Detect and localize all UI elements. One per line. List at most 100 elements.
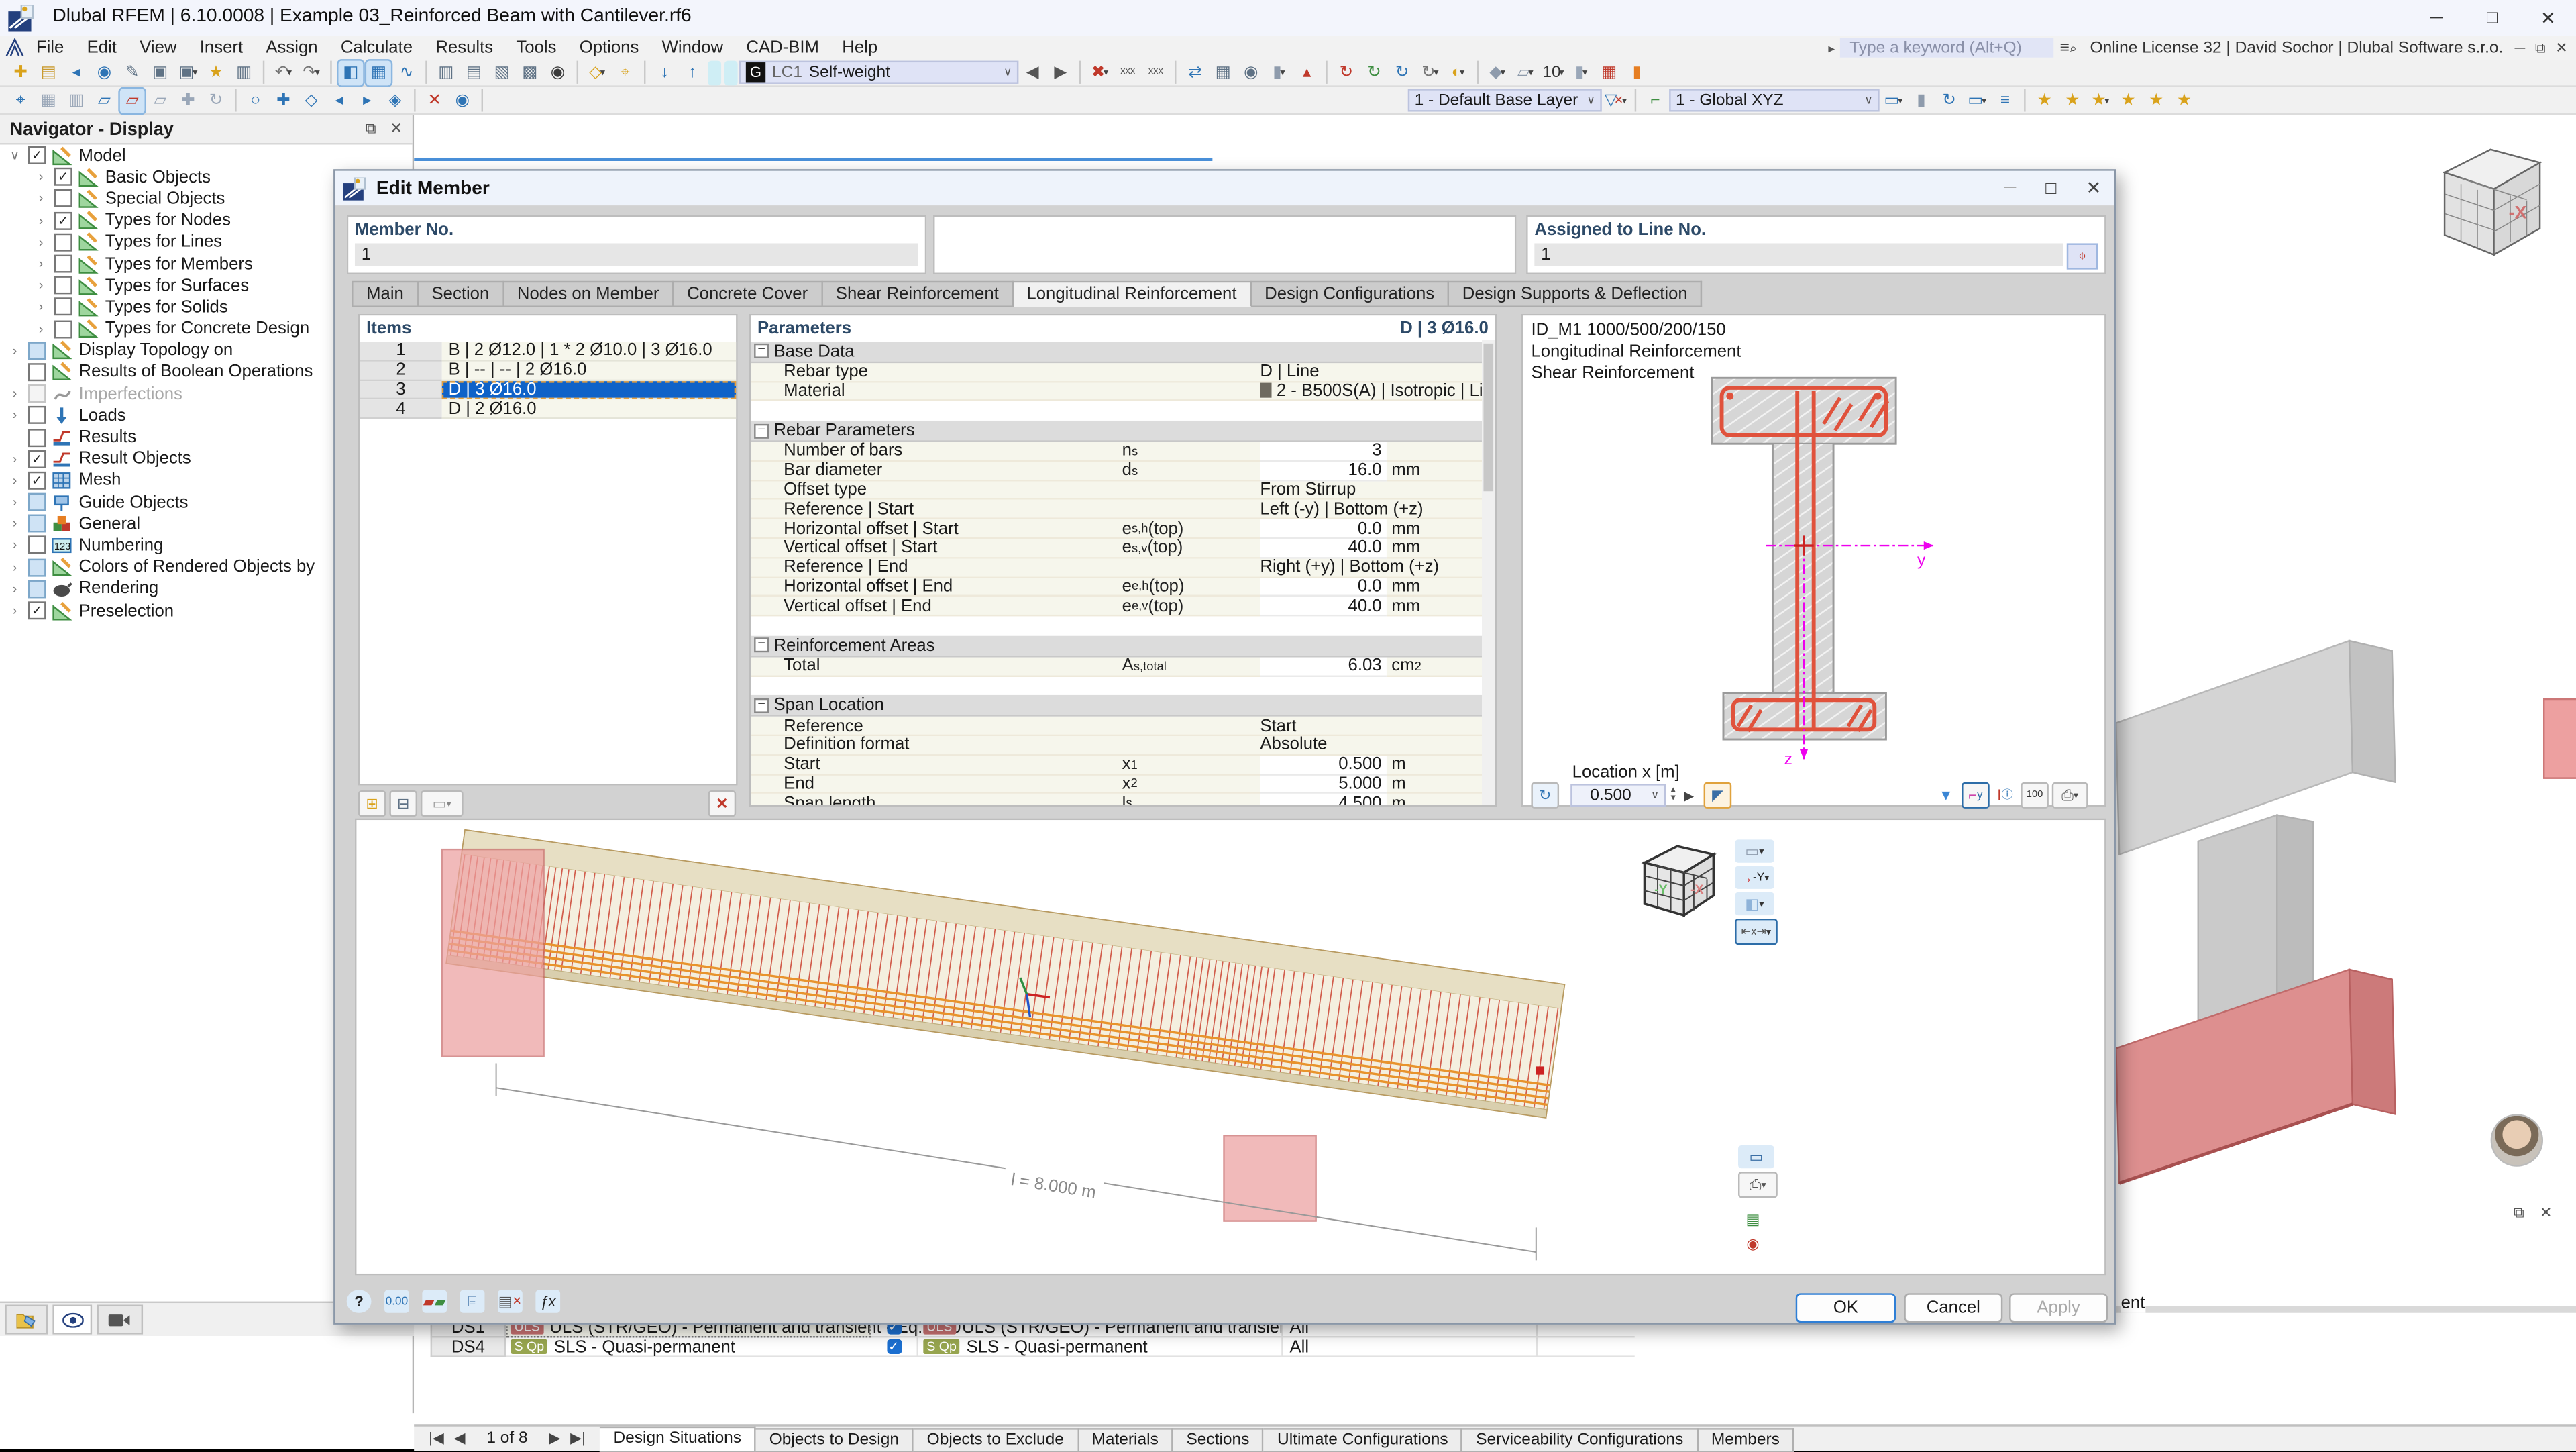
- table-sc-icon[interactable]: ▧: [490, 60, 515, 85]
- first-page-icon[interactable]: |◀: [424, 1430, 449, 1448]
- view-prev-icon[interactable]: ◂: [327, 88, 352, 113]
- navigator-close-icon[interactable]: ✕: [390, 120, 402, 136]
- visibility-icon[interactable]: ▦: [1211, 60, 1236, 85]
- menu-results[interactable]: Results: [424, 36, 504, 59]
- view-style-button[interactable]: ▭▾: [1735, 839, 1778, 862]
- clip-object-icon[interactable]: ✕: [422, 88, 447, 113]
- grid-icon[interactable]: ▦: [36, 88, 61, 113]
- checkbox[interactable]: [28, 580, 46, 598]
- select-box-icon[interactable]: ▭▾: [1881, 88, 1906, 113]
- menu-window[interactable]: Window: [650, 36, 735, 59]
- dim-values-1-icon[interactable]: xxx: [1116, 60, 1140, 85]
- menu-options[interactable]: Options: [568, 36, 651, 59]
- tables-panel-icon[interactable]: ▦: [366, 60, 391, 85]
- pick-line-button[interactable]: ⌖: [2067, 243, 2098, 269]
- item-options-combo[interactable]: ▭▾: [421, 790, 464, 817]
- menu-calculate[interactable]: Calculate: [329, 36, 425, 59]
- menu-assign[interactable]: Assign: [254, 36, 329, 59]
- checkbox[interactable]: ✓: [28, 472, 46, 490]
- expand-icon[interactable]: ›: [33, 256, 49, 271]
- param-row[interactable]: Startx10.500m: [751, 756, 1495, 775]
- member-3d-view[interactable]: l = 8.000 m -Y -X ▭▾ →-Y▾ ◧▾ ⇤x⇥▾ ▭ ⎙▾ ▤…: [355, 819, 2106, 1276]
- mesh-red-icon[interactable]: ▦: [1597, 60, 1621, 85]
- situation-cell[interactable]: S QpSLS - Quasi-permanent: [506, 1337, 871, 1357]
- expand-icon[interactable]: ›: [7, 343, 23, 358]
- work-plane-yz-icon[interactable]: ▱: [148, 88, 172, 113]
- collapse-icon[interactable]: –: [754, 423, 769, 438]
- copy-item-button[interactable]: ⊟: [389, 790, 417, 817]
- param-value[interactable]: 6.03: [1260, 657, 1387, 676]
- extrude-icon[interactable]: ▮: [1909, 88, 1934, 113]
- expand-icon[interactable]: ›: [7, 452, 23, 466]
- checkbox[interactable]: [28, 537, 46, 555]
- cube-view-icon[interactable]: ▭▾: [1965, 88, 1990, 113]
- param-row[interactable]: Material2 - B500S(A) | Isotropic | Linea…: [751, 382, 1495, 402]
- view-report-button[interactable]: ▤: [1738, 1208, 1771, 1231]
- checkbox[interactable]: [28, 342, 46, 360]
- assigned-line-field[interactable]: 1: [1534, 243, 2063, 266]
- minimize-button[interactable]: ─: [2408, 0, 2464, 36]
- param-value[interactable]: 2 - B500S(A) | Isotropic | Linear ...: [1260, 382, 1497, 402]
- menu-file[interactable]: File: [25, 36, 76, 59]
- cancel-button[interactable]: Cancel: [1904, 1293, 2002, 1323]
- close-button[interactable]: ✕: [2520, 0, 2576, 36]
- param-value[interactable]: Left (-y) | Bottom (+z): [1260, 500, 1497, 519]
- panel-restore-icon[interactable]: ⧉: [2514, 1204, 2524, 1221]
- section-print-button[interactable]: ⎙▾: [2052, 782, 2088, 809]
- section-dimension-button[interactable]: 100: [2021, 782, 2049, 809]
- design-situation-row[interactable]: DS4S QpSLS - Quasi-permanent✓S QpSLS - Q…: [431, 1337, 2155, 1357]
- param-group-rebar-parameters[interactable]: –Rebar Parameters: [751, 421, 1495, 442]
- param-value[interactable]: Right (+y) | Bottom (+z): [1260, 558, 1497, 578]
- param-row[interactable]: TotalAs,total6.03cm2: [751, 657, 1495, 676]
- param-value[interactable]: D | Line: [1260, 363, 1497, 382]
- next-loadcase-icon[interactable]: ▶: [1048, 60, 1073, 85]
- param-value[interactable]: 0.0: [1260, 578, 1387, 597]
- sync-views-icon[interactable]: ⇄: [1183, 60, 1208, 85]
- expand-icon[interactable]: ›: [7, 495, 23, 509]
- results-flag-icon[interactable]: ▴: [1295, 60, 1320, 85]
- stack-icon[interactable]: ≡: [1993, 88, 2018, 113]
- member-no-field[interactable]: 1: [355, 243, 918, 266]
- param-value[interactable]: Absolute: [1260, 736, 1497, 756]
- collapse-icon[interactable]: –: [754, 344, 769, 359]
- checkbox[interactable]: [54, 276, 72, 295]
- table-tab-sections[interactable]: Sections: [1173, 1427, 1265, 1452]
- navigator-tab-views[interactable]: [97, 1304, 143, 1334]
- generate-x-icon[interactable]: ★▾: [2088, 88, 2113, 113]
- menu-tools[interactable]: Tools: [504, 36, 568, 59]
- table-tab-ultimate-configurations[interactable]: Ultimate Configurations: [1264, 1427, 1462, 1452]
- param-row[interactable]: Horizontal offset | Endee,h (top)0.0mm: [751, 578, 1495, 597]
- menu-cadbim[interactable]: CAD-BIM: [735, 36, 830, 59]
- pan-icon[interactable]: ◇: [299, 88, 324, 113]
- param-row[interactable]: Number of barsns3: [751, 442, 1495, 462]
- generate-panel-icon[interactable]: ★: [2172, 88, 2197, 113]
- table-layers-icon[interactable]: ▩: [517, 60, 542, 85]
- view-axes-button[interactable]: →-Y▾: [1735, 866, 1778, 889]
- scale-factor-icon[interactable]: 10▾: [1541, 60, 1566, 85]
- edit-save-icon[interactable]: ✎: [120, 60, 145, 85]
- axes-icon[interactable]: ✚: [176, 88, 201, 113]
- checkbox[interactable]: [28, 428, 46, 446]
- param-row[interactable]: Endx25.000m: [751, 775, 1495, 794]
- checkbox[interactable]: [28, 384, 46, 403]
- param-value[interactable]: 40.0: [1260, 539, 1387, 558]
- location-x-combo[interactable]: 0.500 ∨: [1570, 784, 1666, 807]
- rotate-free-icon[interactable]: ↻▾: [1417, 60, 1442, 85]
- wall-display-icon[interactable]: ▮▾: [1569, 60, 1594, 85]
- generate-person-icon[interactable]: ★: [2144, 88, 2169, 113]
- navigator-panel-icon[interactable]: ◧: [338, 60, 363, 85]
- search-expand-icon[interactable]: ▸: [1828, 40, 1835, 55]
- active-cell[interactable]: ✓: [871, 1337, 917, 1357]
- delete-item-button[interactable]: ✕: [708, 790, 737, 817]
- param-value[interactable]: 0.0: [1260, 519, 1387, 539]
- generate-lines-icon[interactable]: ★: [2060, 88, 2085, 113]
- scope-cell[interactable]: All: [1281, 1337, 1536, 1357]
- navigator-tab-projects[interactable]: [5, 1304, 48, 1334]
- view-next-icon[interactable]: ▸: [355, 88, 380, 113]
- navigator-float-icon[interactable]: ⧉: [366, 120, 376, 136]
- checkbox[interactable]: ✓: [28, 146, 46, 164]
- param-value[interactable]: 40.0: [1260, 597, 1387, 617]
- checkbox[interactable]: [54, 233, 72, 251]
- table-tab-serviceability-configurations[interactable]: Serviceability Configurations: [1463, 1427, 1699, 1452]
- table-tab-design-situations[interactable]: Design Situations: [600, 1425, 756, 1451]
